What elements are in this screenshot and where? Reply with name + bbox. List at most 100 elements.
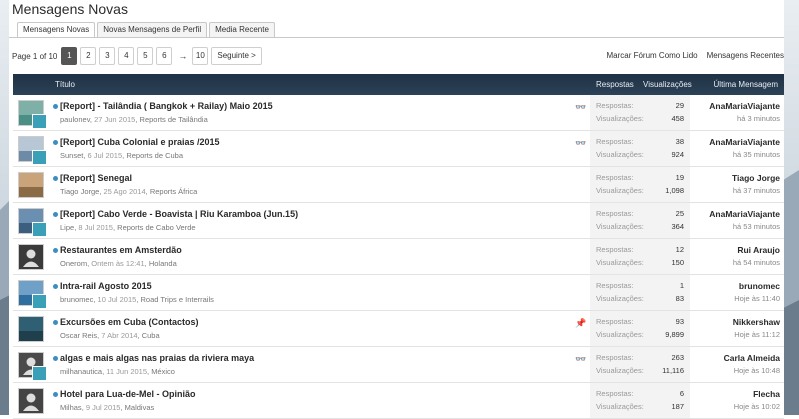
page-button-3[interactable]: 3 <box>99 47 116 65</box>
author-avatar[interactable] <box>18 172 44 198</box>
thread-author[interactable]: paulonev <box>60 115 90 124</box>
new-post-indicator-icon[interactable] <box>53 248 58 253</box>
author-avatar[interactable] <box>18 388 44 414</box>
last-post-user[interactable]: AnaMariaViajante <box>670 137 780 147</box>
thread-title[interactable]: [Report] Senegal <box>60 173 132 183</box>
thread-forum-link[interactable]: Road Trips e Interrails <box>141 295 214 304</box>
thread-list: [Report] - Tailândia ( Bangkok + Railay)… <box>13 95 784 419</box>
column-last-post[interactable]: Última Mensagem <box>714 80 778 89</box>
thread-forum-link[interactable]: Reports de Tailândia <box>140 115 208 124</box>
column-replies[interactable]: Respostas <box>596 80 634 89</box>
last-post-time[interactable]: há 37 minutos <box>670 186 780 195</box>
new-post-indicator-icon[interactable] <box>53 140 58 145</box>
last-post-user[interactable]: Tiago Jorge <box>670 173 780 183</box>
last-post-info: AnaMariaViajante há 35 minutos <box>670 137 780 159</box>
thread-author[interactable]: Onerom <box>60 259 87 268</box>
next-page-button[interactable]: Seguinte > <box>211 47 262 65</box>
views-label: Visualizações: <box>596 366 644 375</box>
last-poster-avatar[interactable] <box>32 150 47 165</box>
author-avatar[interactable] <box>18 244 44 270</box>
glasses-icon[interactable]: 👓 <box>575 102 586 113</box>
thread-title[interactable]: Hotel para Lua-de-Mel - Opinião <box>60 389 196 399</box>
new-post-indicator-icon[interactable] <box>53 320 58 325</box>
thread-title[interactable]: [Report] Cuba Colonial e praias /2015 <box>60 137 220 147</box>
thread-author[interactable]: brunomec <box>60 295 93 304</box>
new-post-indicator-icon[interactable] <box>53 392 58 397</box>
thread-forum-link[interactable]: Reports África <box>150 187 198 196</box>
mark-forum-read-link[interactable]: Marcar Fórum Como Lido <box>606 51 697 60</box>
new-post-indicator-icon[interactable] <box>53 104 58 109</box>
page-button-2[interactable]: 2 <box>80 47 97 65</box>
views-label: Visualizações: <box>596 114 644 123</box>
recent-posts-link[interactable]: Mensagens Recentes <box>707 51 784 60</box>
last-post-time[interactable]: Hoje às 10:02 <box>670 402 780 411</box>
last-post-time[interactable]: Hoje às 11:12 <box>670 330 780 339</box>
last-post-info: Flecha Hoje às 10:02 <box>670 389 780 411</box>
new-post-indicator-icon[interactable] <box>53 176 58 181</box>
last-post-user[interactable]: brunomec <box>670 281 780 291</box>
replies-label: Respostas: <box>596 101 634 110</box>
last-post-user[interactable]: Rui Araujo <box>670 245 780 255</box>
thread-date: 8 Jul 2015 <box>78 223 113 232</box>
last-post-info: Nikkershaw Hoje às 11:12 <box>670 317 780 339</box>
thread-forum-link[interactable]: Maldivas <box>125 403 155 412</box>
last-poster-avatar[interactable] <box>32 222 47 237</box>
thread-author[interactable]: milhanautica <box>60 367 102 376</box>
last-post-time[interactable]: Hoje às 10:48 <box>670 366 780 375</box>
last-poster-avatar[interactable] <box>32 114 47 129</box>
page-button-10[interactable]: 10 <box>192 47 209 65</box>
thread-author[interactable]: Milhas <box>60 403 82 412</box>
thread-title[interactable]: Excursões em Cuba (Contactos) <box>60 317 199 327</box>
thread-forum-link[interactable]: Reports de Cabo Verde <box>117 223 195 232</box>
page-button-5[interactable]: 5 <box>137 47 154 65</box>
thread-forum-link[interactable]: Reports de Cuba <box>126 151 183 160</box>
glasses-icon[interactable]: 👓 <box>575 138 586 149</box>
new-post-indicator-icon[interactable] <box>53 284 58 289</box>
tab-bar: Mensagens Novas Novas Mensagens de Perfi… <box>17 22 277 38</box>
last-post-time[interactable]: há 54 minutos <box>670 258 780 267</box>
page-button-4[interactable]: 4 <box>118 47 135 65</box>
last-post-time[interactable]: há 3 minutos <box>670 114 780 123</box>
last-poster-avatar[interactable] <box>32 294 47 309</box>
column-title[interactable]: Título <box>55 80 75 89</box>
thread-row: Hotel para Lua-de-Mel - Opinião Milhas, … <box>13 383 784 419</box>
new-post-indicator-icon[interactable] <box>53 356 58 361</box>
thread-title[interactable]: [Report] - Tailândia ( Bangkok + Railay)… <box>60 101 273 111</box>
thread-title[interactable]: [Report] Cabo Verde - Boavista | Riu Kar… <box>60 209 298 219</box>
views-label: Visualizações: <box>596 294 644 303</box>
pin-icon[interactable]: 📌 <box>575 318 586 329</box>
replies-label: Respostas: <box>596 389 634 398</box>
last-post-user[interactable]: Nikkershaw <box>670 317 780 327</box>
last-post-time[interactable]: Hoje às 11:40 <box>670 294 780 303</box>
page-skip-arrow[interactable]: → <box>178 51 187 61</box>
tab-media-recente[interactable]: Media Recente <box>209 22 275 37</box>
last-post-user[interactable]: AnaMariaViajante <box>670 101 780 111</box>
thread-author[interactable]: Lipe <box>60 223 74 232</box>
page-button-6[interactable]: 6 <box>156 47 173 65</box>
last-post-user[interactable]: AnaMariaViajante <box>670 209 780 219</box>
last-post-user[interactable]: Carla Almeida <box>670 353 780 363</box>
thread-forum-link[interactable]: México <box>151 367 175 376</box>
last-post-time[interactable]: há 35 minutos <box>670 150 780 159</box>
views-label: Visualizações: <box>596 330 644 339</box>
page-button-1[interactable]: 1 <box>61 47 78 65</box>
last-post-user[interactable]: Flecha <box>670 389 780 399</box>
thread-author[interactable]: Tiago Jorge <box>60 187 99 196</box>
new-post-indicator-icon[interactable] <box>53 212 58 217</box>
thread-title[interactable]: Restaurantes em Amsterdão <box>60 245 182 255</box>
thread-title[interactable]: algas e mais algas nas praias da riviera… <box>60 353 254 363</box>
thread-forum-link[interactable]: Holanda <box>149 259 177 268</box>
last-post-time[interactable]: há 53 minutos <box>670 222 780 231</box>
thread-title[interactable]: Intra-rail Agosto 2015 <box>60 281 152 291</box>
glasses-icon[interactable]: 👓 <box>575 354 586 365</box>
tab-mensagens-novas[interactable]: Mensagens Novas <box>17 22 96 38</box>
thread-author[interactable]: Sunset <box>60 151 83 160</box>
column-views[interactable]: Visualizações <box>643 80 692 89</box>
last-post-info: Tiago Jorge há 37 minutos <box>670 173 780 195</box>
thread-author[interactable]: Oscar Reis <box>60 331 97 340</box>
views-label: Visualizações: <box>596 402 644 411</box>
author-avatar[interactable] <box>18 316 44 342</box>
thread-forum-link[interactable]: Cuba <box>142 331 160 340</box>
last-poster-avatar[interactable] <box>32 366 47 381</box>
tab-novas-mensagens-perfil[interactable]: Novas Mensagens de Perfil <box>97 22 208 37</box>
